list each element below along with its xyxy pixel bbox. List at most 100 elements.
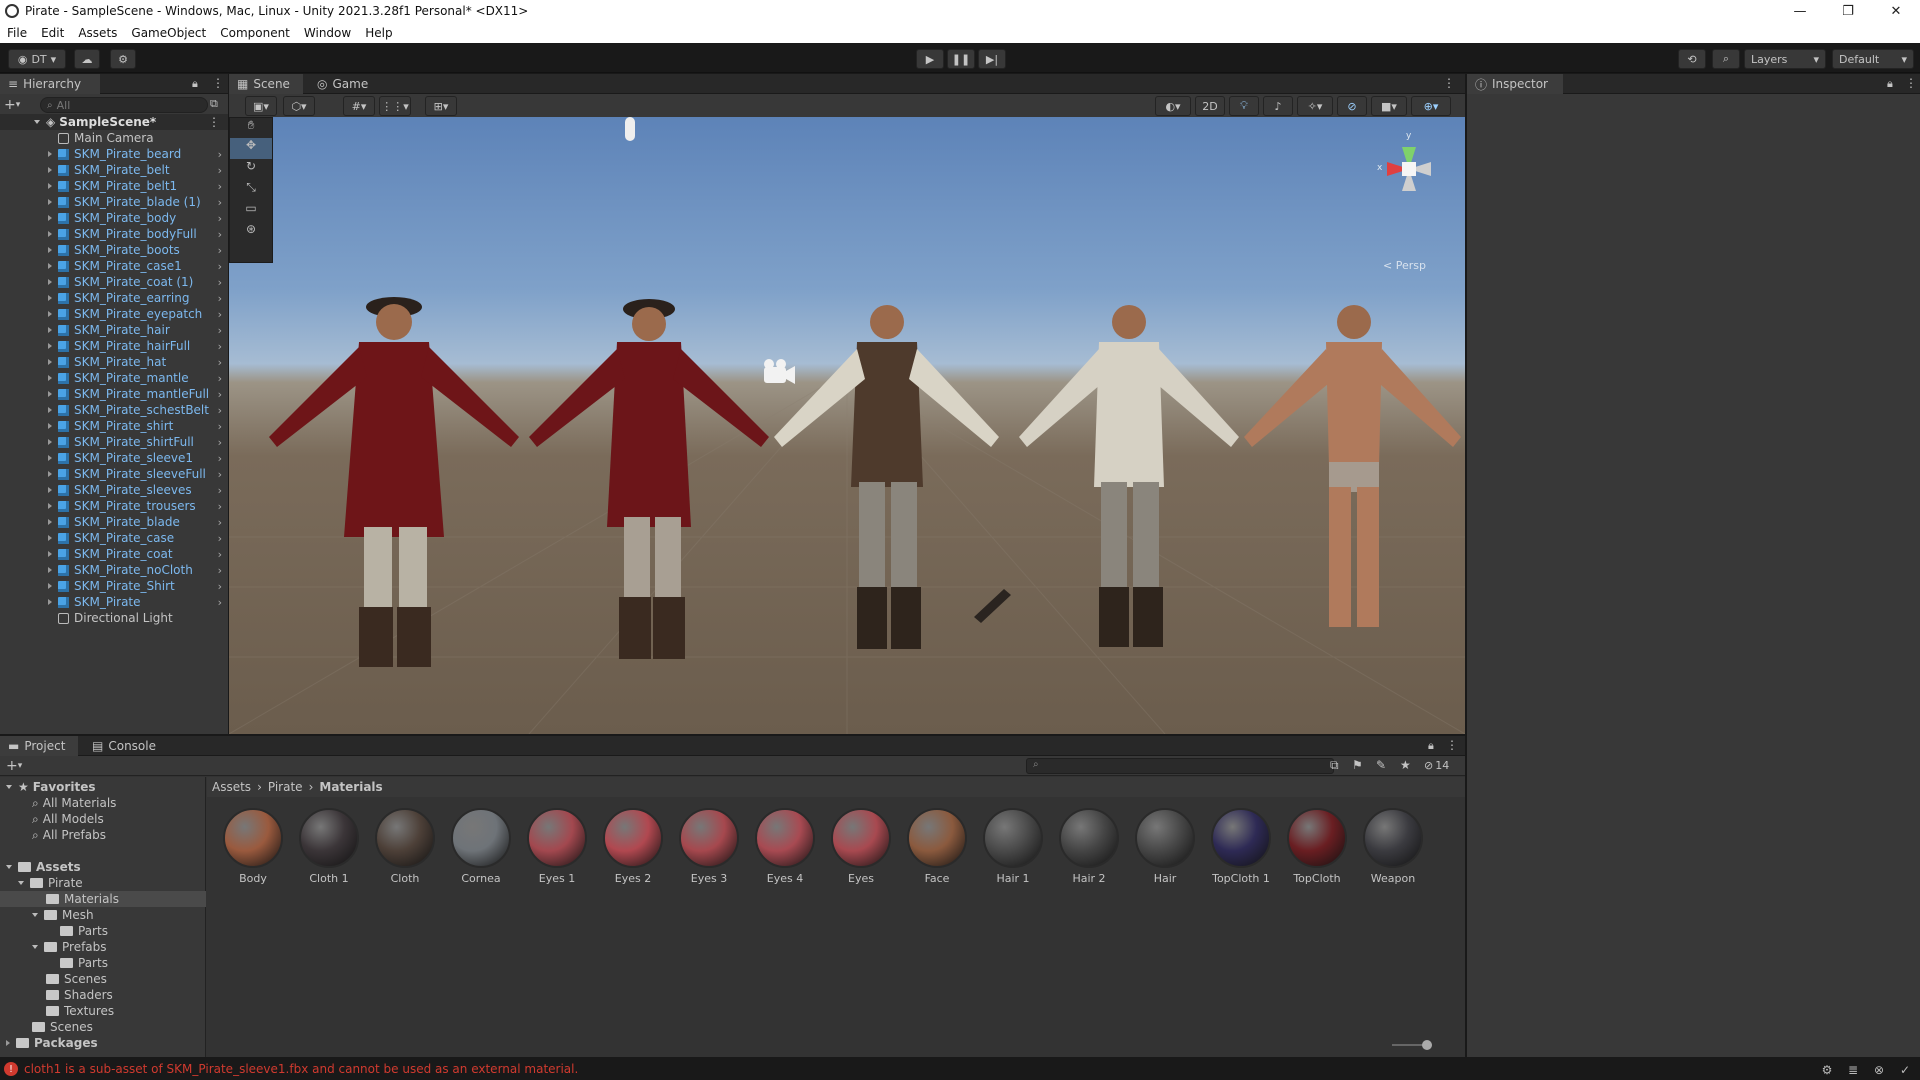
hierarchy-item[interactable]: SKM_Pirate_belt › — [0, 162, 228, 178]
expand-arrow-icon[interactable] — [48, 215, 52, 221]
toggle-2d-button[interactable]: 2D — [1195, 96, 1225, 116]
move-tool-button[interactable]: ✥ — [230, 138, 272, 159]
search-button[interactable]: ⌕ — [1712, 49, 1740, 69]
tab-inspector[interactable]: ⓘ Inspector — [1467, 74, 1563, 94]
hierarchy-item[interactable]: SKM_Pirate_earring › — [0, 290, 228, 306]
breadcrumb-pirate[interactable]: Pirate — [268, 780, 303, 794]
material-asset[interactable]: TopCloth — [1286, 808, 1348, 885]
expand-arrow-icon[interactable] — [48, 455, 52, 461]
hierarchy-item[interactable]: SKM_Pirate_sleeve1 › — [0, 450, 228, 466]
cloud-button[interactable]: ☁ — [74, 49, 100, 69]
breadcrumb-materials[interactable]: Materials — [319, 780, 382, 794]
expand-arrow-icon[interactable] — [48, 391, 52, 397]
material-asset[interactable]: Cloth — [374, 808, 436, 885]
open-prefab-icon[interactable]: › — [218, 212, 222, 225]
hierarchy-item[interactable]: SKM_Pirate_mantle › — [0, 370, 228, 386]
open-prefab-icon[interactable]: › — [218, 180, 222, 193]
hierarchy-item[interactable]: SKM_Pirate_Shirt › — [0, 578, 228, 594]
transform-tool-button[interactable]: ⊛ — [230, 222, 272, 243]
packages-root[interactable]: Packages — [6, 1035, 98, 1051]
create-button[interactable]: + ▾ — [4, 97, 32, 113]
open-prefab-icon[interactable]: › — [218, 308, 222, 321]
lighting-toggle[interactable]: 💡︎ — [1229, 96, 1259, 116]
open-prefab-icon[interactable]: › — [218, 244, 222, 257]
expand-arrow-icon[interactable] — [48, 151, 52, 157]
expand-arrow-icon[interactable] — [48, 407, 52, 413]
favorite-all-models[interactable]: ⌕ All Models — [32, 811, 104, 827]
menu-edit[interactable]: Edit — [34, 26, 71, 40]
project-create-button[interactable]: + ▾ — [6, 758, 22, 774]
hand-tool-button[interactable]: ✋︎ — [230, 118, 272, 138]
hierarchy-item[interactable]: SKM_Pirate_hat › — [0, 354, 228, 370]
lock-icon[interactable]: 🔒︎ — [1428, 739, 1434, 753]
project-search-input[interactable]: ⌕ — [1026, 758, 1334, 774]
lock-icon[interactable]: 🔒︎ — [1887, 77, 1893, 91]
more-options-icon[interactable]: ⋮ — [1446, 738, 1458, 752]
open-prefab-icon[interactable]: › — [218, 420, 222, 433]
orientation-gizmo[interactable] — [1387, 147, 1431, 191]
minimize-button[interactable]: — — [1778, 0, 1822, 22]
camera-settings-dropdown[interactable]: ■▾ — [1371, 96, 1407, 116]
tab-hierarchy[interactable]: ≡ Hierarchy — [0, 74, 100, 94]
folder-prefabs[interactable]: Prefabs — [32, 939, 107, 955]
render-mode-button[interactable]: ◐▾ — [1155, 96, 1191, 116]
open-prefab-icon[interactable]: › — [218, 436, 222, 449]
hierarchy-item[interactable]: SKM_Pirate_boots › — [0, 242, 228, 258]
hierarchy-item[interactable]: SKM_Pirate_case › — [0, 530, 228, 546]
expand-arrow-icon[interactable] — [48, 439, 52, 445]
expand-arrow-icon[interactable] — [48, 167, 52, 173]
expand-arrow-icon[interactable] — [48, 311, 52, 317]
audio-toggle[interactable]: ♪ — [1263, 96, 1293, 116]
expand-arrow-icon[interactable] — [48, 343, 52, 349]
scene-visibility-toggle[interactable]: ⊘ — [1337, 96, 1367, 116]
open-prefab-icon[interactable]: › — [218, 564, 222, 577]
expand-arrow-icon[interactable] — [48, 359, 52, 365]
material-asset[interactable]: Eyes 3 — [678, 808, 740, 885]
open-prefab-icon[interactable]: › — [218, 276, 222, 289]
align-button[interactable]: ⊞▾ — [425, 96, 457, 116]
expand-arrow-icon[interactable] — [48, 471, 52, 477]
hierarchy-item[interactable]: SKM_Pirate_sleeves › — [0, 482, 228, 498]
folder-textures[interactable]: Textures — [46, 1003, 114, 1019]
folder-mesh[interactable]: Mesh — [32, 907, 94, 923]
tab-console[interactable]: ▤ Console — [84, 736, 168, 756]
collab-button[interactable]: ⚙ — [110, 49, 136, 69]
scale-tool-button[interactable]: ⤡ — [230, 180, 272, 201]
material-asset[interactable]: Face — [906, 808, 968, 885]
favorites-header[interactable]: ★ Favorites — [6, 779, 95, 795]
thumbnail-size-slider[interactable] — [1392, 1040, 1432, 1050]
expand-arrow-icon[interactable] — [48, 279, 52, 285]
open-prefab-icon[interactable]: › — [218, 468, 222, 481]
material-asset[interactable]: TopCloth 1 — [1210, 808, 1272, 885]
more-options-icon[interactable]: ⋮ — [1905, 76, 1917, 90]
hierarchy-item[interactable]: SKM_Pirate › — [0, 594, 228, 610]
light-gizmo-icon[interactable] — [625, 117, 635, 141]
scene-row[interactable]: ◈ SampleScene* ⋮ — [0, 114, 228, 130]
expand-arrow-icon[interactable] — [48, 583, 52, 589]
camera-gizmo-icon[interactable] — [764, 359, 795, 384]
open-prefab-icon[interactable]: › — [218, 596, 222, 609]
effects-dropdown[interactable]: ✧▾ — [1297, 96, 1333, 116]
open-prefab-icon[interactable]: › — [218, 388, 222, 401]
folder-mesh-parts[interactable]: Parts — [60, 923, 108, 939]
material-asset[interactable]: Cloth 1 — [298, 808, 360, 885]
tag-icon[interactable]: ✎ — [1376, 758, 1386, 772]
favorite-all-prefabs[interactable]: ⌕ All Prefabs — [32, 827, 106, 843]
cache-icon[interactable]: ⊗ — [1868, 1060, 1890, 1080]
hierarchy-item[interactable]: SKM_Pirate_noCloth › — [0, 562, 228, 578]
material-asset[interactable]: Eyes — [830, 808, 892, 885]
check-icon[interactable]: ✓ — [1894, 1060, 1916, 1080]
history-button[interactable]: ⟲ — [1678, 49, 1706, 69]
pause-button[interactable]: ❚❚ — [947, 49, 975, 69]
hierarchy-item[interactable]: Main Camera — [0, 130, 228, 146]
open-prefab-icon[interactable]: › — [218, 292, 222, 305]
pirate-model-5[interactable] — [1244, 305, 1461, 627]
open-prefab-icon[interactable]: › — [218, 260, 222, 273]
persp-label[interactable]: < Persp — [1383, 259, 1426, 272]
hierarchy-item[interactable]: SKM_Pirate_hair › — [0, 322, 228, 338]
open-prefab-icon[interactable]: › — [218, 404, 222, 417]
favorite-all-materials[interactable]: ⌕ All Materials — [32, 795, 116, 811]
hierarchy-item[interactable]: Directional Light — [0, 610, 228, 626]
open-prefab-icon[interactable]: › — [218, 500, 222, 513]
expand-arrow-icon[interactable] — [48, 535, 52, 541]
